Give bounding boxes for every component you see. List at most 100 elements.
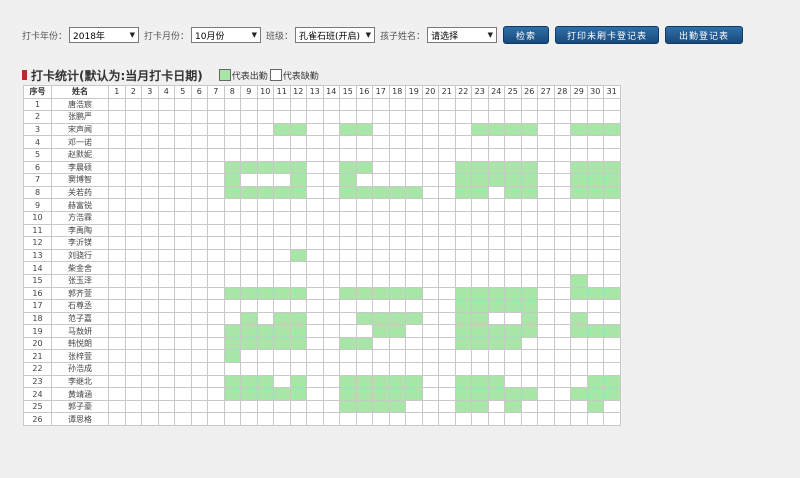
day-cell-absent [174,336,192,351]
day-cell-present [520,299,538,313]
day-cell-present [471,324,489,338]
day-cell-present [405,387,423,401]
day-cell-absent [339,412,357,427]
day-cell-absent [454,147,472,162]
day-cell-absent [157,412,175,427]
class-select[interactable]: 孔雀石班(开启) ▼ [295,27,376,43]
day-cell-absent [388,110,406,124]
day-cell-absent [141,387,159,401]
day-cell-absent [355,273,373,288]
day-cell-present [240,324,258,338]
day-cell-absent [438,311,456,326]
row-index: 9 [23,198,52,212]
day-cell-present [223,324,241,338]
day-cell-absent [471,147,489,162]
day-cell-absent [306,412,324,427]
month-select[interactable]: 10月份 ▼ [191,27,262,43]
day-cell-absent [207,387,225,401]
day-cell-present [471,311,489,326]
day-cell-absent [405,198,423,212]
day-cell-present [289,374,307,389]
day-cell-present [405,286,423,301]
day-cell-absent [256,223,274,238]
day-cell-absent [322,160,340,175]
table-row: 9 赫富锐 [23,198,621,212]
day-cell-absent [141,374,159,389]
day-cell-absent [537,273,555,288]
day-cell-absent [190,198,208,212]
day-cell-absent [223,122,241,137]
day-cell-absent [487,261,505,275]
day-cell-absent [504,210,522,225]
day-cell-absent [487,210,505,225]
day-cell-absent [553,223,571,238]
day-cell-present [603,185,621,200]
day-cell-absent [240,198,258,212]
day-cell-present [570,122,588,137]
day-cell-absent [355,261,373,275]
day-cell-absent [306,286,324,301]
day-cell-present [520,286,538,301]
day-cell-absent [141,261,159,275]
day-cell-present [570,160,588,175]
day-cell-absent [388,236,406,250]
day-cell-absent [174,399,192,414]
day-cell-absent [108,147,126,162]
day-cell-absent [306,399,324,414]
day-cell-absent [570,97,588,112]
day-cell-absent [190,349,208,364]
day-cell-absent [537,160,555,175]
attendance-register-button[interactable]: 出勤登记表 [665,26,744,44]
day-cell-absent [471,97,489,112]
day-cell-absent [157,198,175,212]
day-cell-absent [405,248,423,263]
day-cell-absent [504,311,522,326]
day-cell-absent [421,336,439,351]
month-label: 打卡月份： [144,31,190,42]
day-cell-absent [157,147,175,162]
day-cell-absent [355,97,373,112]
day-cell-absent [289,273,307,288]
day-cell-absent [586,198,604,212]
day-cell-absent [487,349,505,364]
day-cell-absent [553,198,571,212]
day-cell-absent [273,223,291,238]
day-cell-absent [553,273,571,288]
day-cell-absent [174,387,192,401]
day-cell-absent [438,349,456,364]
day-cell-absent [207,412,225,427]
day-cell-absent [322,248,340,263]
day-cell-present [388,185,406,200]
day-cell-absent [256,135,274,149]
day-cell-absent [438,198,456,212]
day-cell-absent [421,248,439,263]
search-button[interactable]: 检索 [503,26,550,44]
day-cell-absent [108,160,126,175]
day-cell-absent [421,286,439,301]
day-cell-present [256,336,274,351]
day-cell-absent [438,185,456,200]
day-cell-absent [108,412,126,427]
day-cell-present [388,399,406,414]
day-cell-absent [570,336,588,351]
day-cell-absent [372,336,390,351]
day-cell-absent [421,110,439,124]
day-cell-absent [454,273,472,288]
year-select[interactable]: 2018年 ▼ [69,27,140,43]
day-cell-present [289,122,307,137]
day-cell-absent [586,210,604,225]
day-cell-absent [108,362,126,376]
day-cell-absent [372,299,390,313]
day-cell-absent [586,223,604,238]
day-cell-absent [388,299,406,313]
day-cell-absent [372,412,390,427]
day-cell-present [256,374,274,389]
student-name: 柴金舍 [51,261,109,275]
day-cell-absent [553,173,571,187]
day-cell-present [487,324,505,338]
day-cell-absent [388,248,406,263]
child-name-select[interactable]: 请选择 ▼ [427,27,498,43]
day-cell-absent [372,97,390,112]
day-cell-absent [141,324,159,338]
print-unswiped-button[interactable]: 打印未刷卡登记表 [555,26,660,44]
